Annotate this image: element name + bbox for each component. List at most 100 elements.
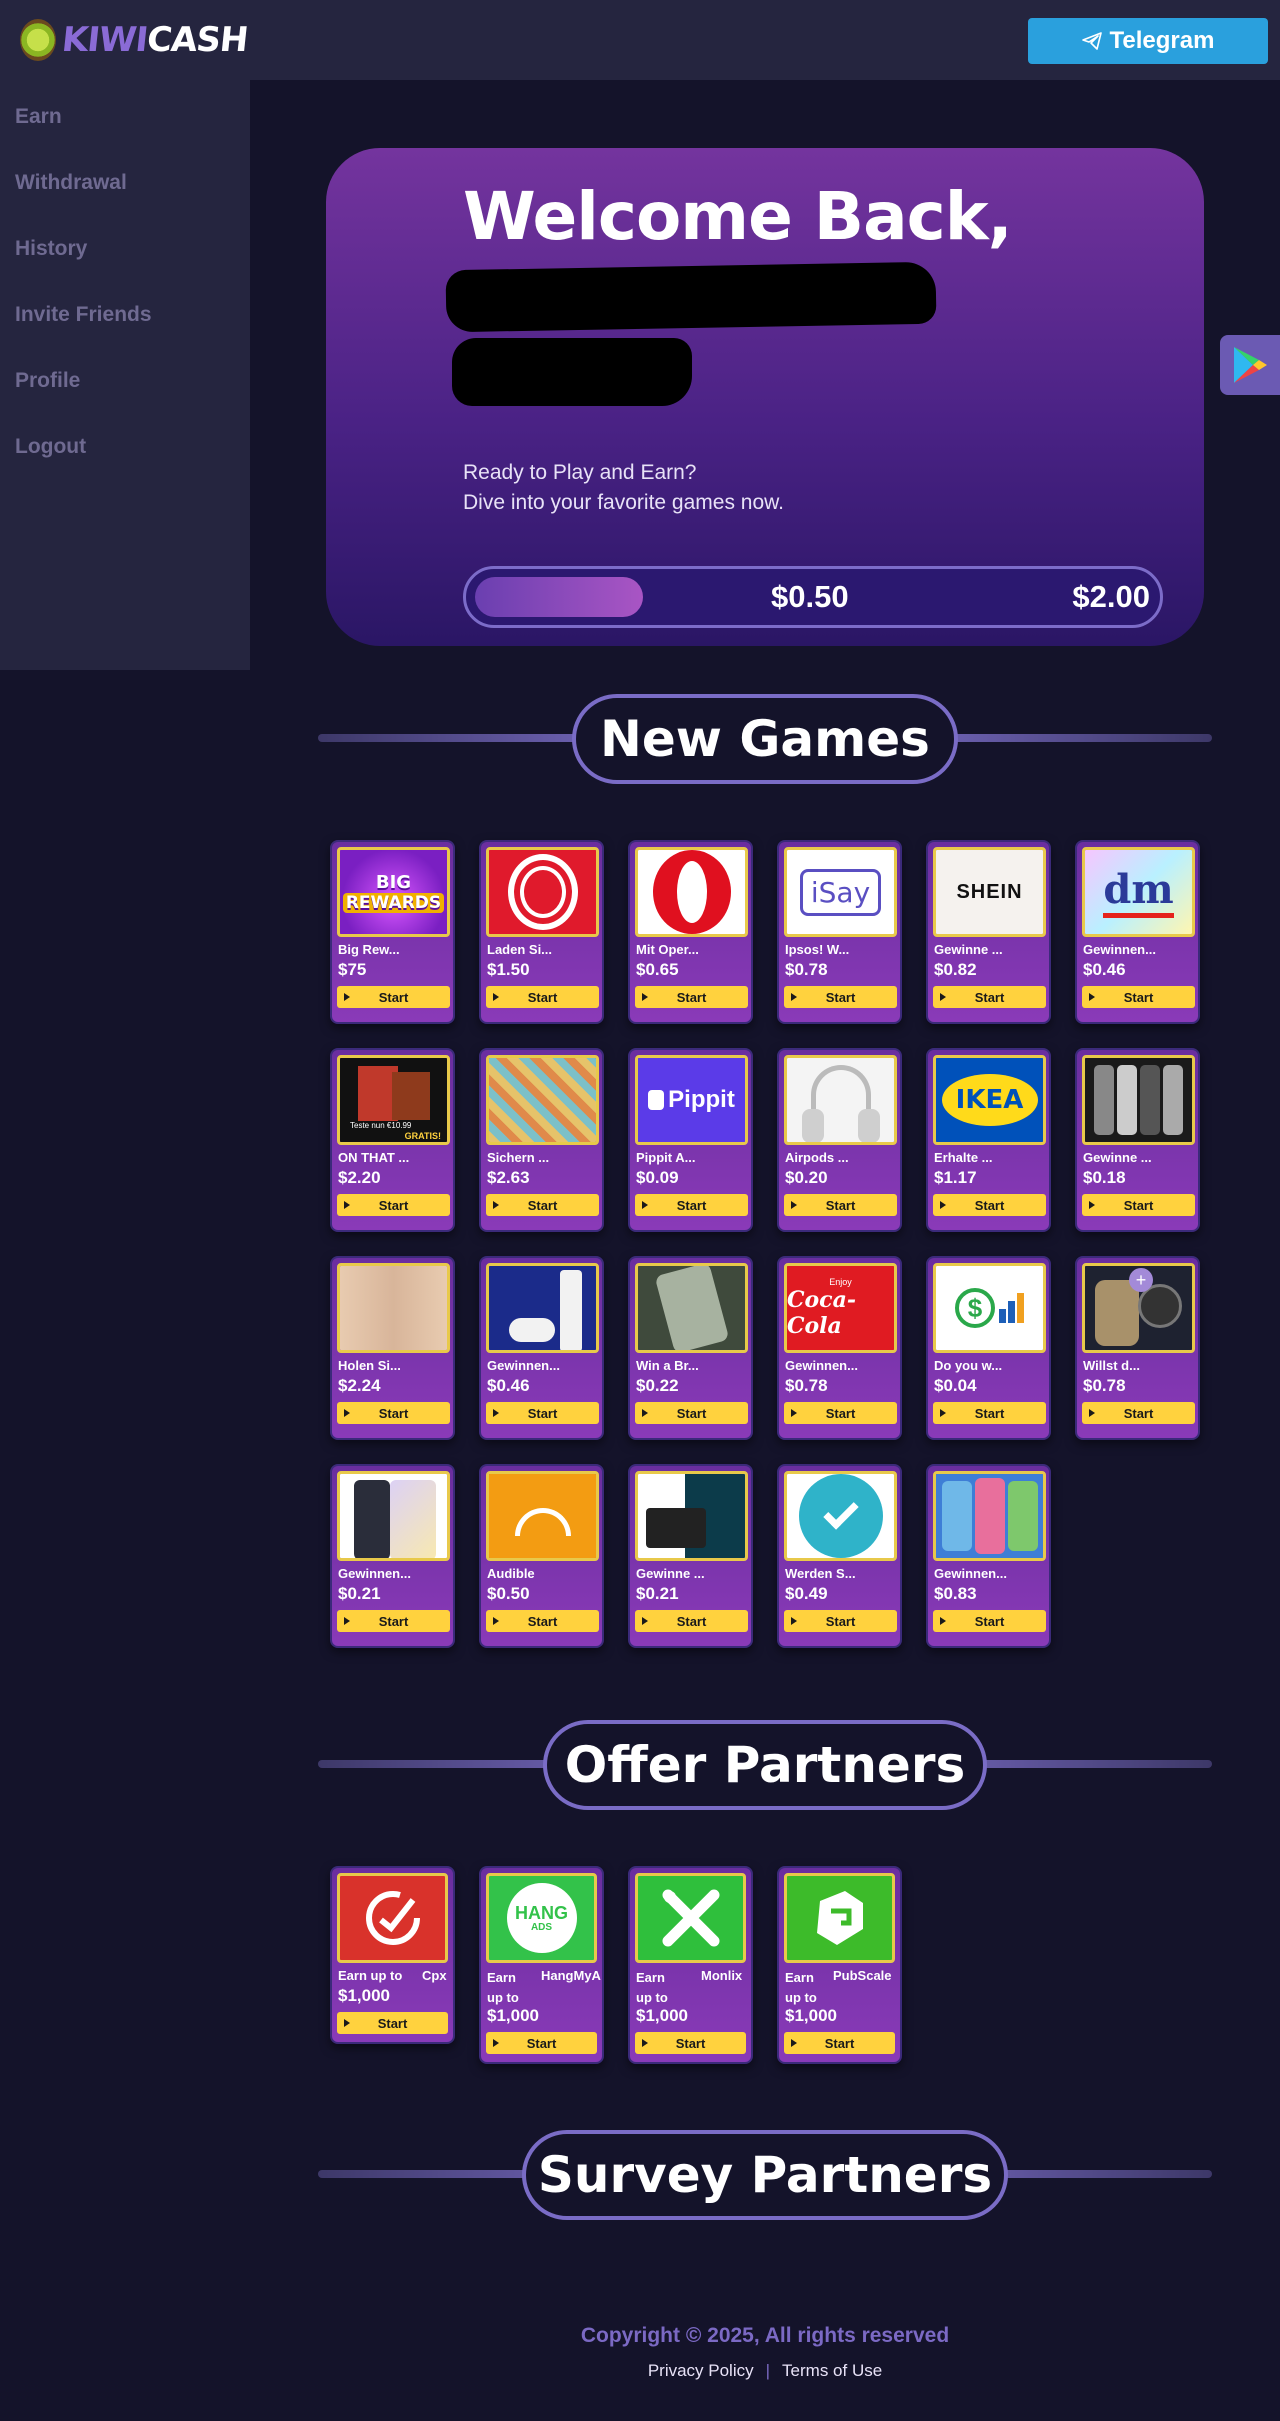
start-button[interactable]: Start (337, 1402, 450, 1424)
start-label: Start (676, 989, 707, 1005)
google-play-button[interactable] (1220, 335, 1280, 395)
start-button[interactable]: Start (486, 1194, 599, 1216)
start-button[interactable]: Start (784, 2032, 895, 2054)
thumb-text: Teste nun €10.99 (350, 1121, 412, 1130)
sidebar-item-logout[interactable]: Logout (15, 435, 86, 459)
offer-thumbnail-monlix (635, 1873, 746, 1963)
start-button[interactable]: Start (486, 2032, 597, 2054)
thumb-text: Coca-Cola (787, 1287, 856, 1339)
sidebar-item-invite-friends[interactable]: Invite Friends (15, 303, 152, 327)
start-label: Start (974, 1613, 1005, 1629)
sidebar-item-earn[interactable]: Earn (15, 105, 62, 129)
start-button[interactable]: Start (337, 2012, 448, 2034)
welcome-subtitle-line1: Ready to Play and Earn? (463, 461, 697, 484)
logo-text-kiwi: KIWI (59, 20, 150, 60)
game-card[interactable]: Laden Si... $1.50 Start (479, 840, 604, 1024)
game-title: Gewinnen... (785, 1358, 858, 1373)
game-reward: $0.65 (636, 960, 679, 979)
game-card[interactable]: Gewinnen... $0.21 Start (330, 1464, 455, 1648)
game-card[interactable]: $ Do you w... $0.04 Start (926, 1256, 1051, 1440)
kiwi-cash-logo[interactable]: KIWICASH (20, 18, 249, 62)
start-label: Start (974, 1197, 1005, 1213)
start-button[interactable]: Start (933, 1194, 1046, 1216)
start-button[interactable]: Start (933, 1402, 1046, 1424)
start-label: Start (825, 989, 856, 1005)
welcome-title: Welcome Back, (463, 178, 1013, 255)
offer-card[interactable]: Earn up to Cpx $1,000 Start (330, 1866, 455, 2044)
start-button[interactable]: Start (486, 1402, 599, 1424)
game-card[interactable]: Airpods ... $0.20 Start (777, 1048, 902, 1232)
start-button[interactable]: Start (635, 1610, 748, 1632)
game-card[interactable]: IKEA Erhalte ... $1.17 Start (926, 1048, 1051, 1232)
start-button[interactable]: Start (784, 1194, 897, 1216)
game-card[interactable]: Teste nun €10.99 GRATIS! ON THAT ... $2.20 S… (330, 1048, 455, 1232)
game-card[interactable]: Holen Si... $2.24 Start (330, 1256, 455, 1440)
game-card[interactable]: iSay Ipsos! W... $0.78 Start (777, 840, 902, 1024)
start-label: Start (526, 2035, 557, 2051)
game-card[interactable]: Enjoy Coca-Cola Gewinnen... $0.78 Start (777, 1256, 902, 1440)
privacy-policy-link[interactable]: Privacy Policy (648, 2361, 754, 2380)
game-reward: $0.46 (487, 1376, 530, 1395)
game-reward: $0.78 (785, 1376, 828, 1395)
game-title: Do you w... (934, 1358, 1003, 1373)
game-thumbnail-airpods-max (784, 1055, 897, 1145)
offer-partner-name: Cpx (422, 1968, 447, 1983)
telegram-button[interactable]: Telegram (1028, 18, 1268, 64)
game-reward: $0.21 (338, 1584, 381, 1603)
start-button[interactable]: Start (337, 1610, 450, 1632)
sidebar-item-withdrawal[interactable]: Withdrawal (15, 171, 127, 195)
start-label: Start (825, 1613, 856, 1629)
game-reward: $1.17 (934, 1168, 977, 1187)
start-button[interactable]: Start (784, 986, 897, 1008)
game-card[interactable]: Audible $0.50 Start (479, 1464, 604, 1648)
game-card[interactable]: Gewinnen... $0.83 Start (926, 1464, 1051, 1648)
start-button[interactable]: Start (486, 1610, 599, 1632)
start-button[interactable]: Start (1082, 1194, 1195, 1216)
sidebar-item-history[interactable]: History (15, 237, 87, 261)
start-button[interactable]: Start (933, 986, 1046, 1008)
offer-card[interactable]: Earn up to Monlix $1,000 Start (628, 1866, 753, 2064)
start-button[interactable]: Start (1082, 1402, 1195, 1424)
thumb-text: dm (1103, 866, 1174, 918)
play-arrow-icon (940, 1201, 946, 1209)
start-button[interactable]: Start (784, 1402, 897, 1424)
game-card[interactable]: Gewinne ... $0.21 Start (628, 1464, 753, 1648)
start-button[interactable]: Start (784, 1610, 897, 1632)
start-button[interactable]: Start (635, 1194, 748, 1216)
offer-earn-label: Earn up to (785, 1970, 817, 2005)
game-card[interactable]: SHEIN Gewinne ... $0.82 Start (926, 840, 1051, 1024)
game-reward: $0.82 (934, 960, 977, 979)
start-button[interactable]: Start (635, 2032, 746, 2054)
start-button[interactable]: Start (486, 986, 599, 1008)
game-card[interactable]: Gewinne ... $0.18 Start (1075, 1048, 1200, 1232)
game-card[interactable]: Mit Oper... $0.65 Start (628, 840, 753, 1024)
start-button[interactable]: Start (337, 1194, 450, 1216)
footer-links: Privacy Policy | Terms of Use (318, 2361, 1212, 2381)
start-label: Start (675, 2035, 706, 2051)
offer-card[interactable]: Earn up to PubScale $1,000 Start (777, 1866, 902, 2064)
game-card[interactable]: dm Gewinnen... $0.46 Start (1075, 840, 1200, 1024)
game-thumbnail-galaxy-watch: + (1082, 1263, 1195, 1353)
offer-card[interactable]: HANG ADS Earn up to HangMyA $1,000 Start (479, 1866, 604, 2064)
start-button[interactable]: Start (933, 1610, 1046, 1632)
start-button[interactable]: Start (1082, 986, 1195, 1008)
game-card[interactable]: + Willst d... $0.78 Start (1075, 1256, 1200, 1440)
game-card[interactable]: Pippit Pippit A... $0.09 Start (628, 1048, 753, 1232)
game-card[interactable]: Werden S... $0.49 Start (777, 1464, 902, 1648)
start-label: Start (527, 989, 558, 1005)
play-arrow-icon (791, 993, 797, 1001)
start-button[interactable]: Start (635, 986, 748, 1008)
game-card[interactable]: Gewinnen... $0.46 Start (479, 1256, 604, 1440)
start-button[interactable]: Start (337, 986, 450, 1008)
start-button[interactable]: Start (635, 1402, 748, 1424)
sidebar-item-profile[interactable]: Profile (15, 369, 80, 393)
game-card[interactable]: Win a Br... $0.22 Start (628, 1256, 753, 1440)
game-card[interactable]: Sichern ... $2.63 Start (479, 1048, 604, 1232)
game-card[interactable]: BIG REWARDS Big Rew... $75 Start (330, 840, 455, 1024)
thumb-text: BIG (375, 871, 412, 893)
game-thumbnail-shein: SHEIN (933, 847, 1046, 937)
start-label: Start (974, 1405, 1005, 1421)
game-title: Gewinnen... (1083, 942, 1156, 957)
terms-of-use-link[interactable]: Terms of Use (782, 2361, 882, 2380)
play-arrow-icon (344, 1201, 350, 1209)
